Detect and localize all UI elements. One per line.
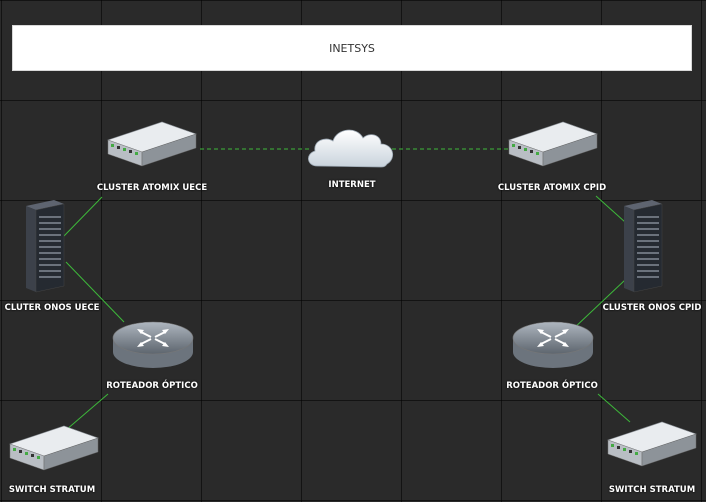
label-cluster-atomix-cpid: CLUSTER ATOMIX CPID	[497, 183, 607, 193]
node-cluster-onos-uece[interactable]	[24, 200, 66, 294]
switch-icon	[508, 121, 598, 167]
label-cluster-atomix-uece: CLUSTER ATOMIX UECE	[96, 183, 208, 193]
label-internet: INTERNET	[328, 180, 376, 190]
router-icon	[112, 321, 194, 368]
server-rack-icon	[624, 200, 663, 293]
switch-icon	[9, 425, 99, 471]
link-onos-uece-roteador-uece[interactable]	[65, 261, 125, 323]
node-cluster-atomix-cpid[interactable]	[507, 120, 599, 172]
label-switch-uece: SWITCH STRATUM	[8, 485, 96, 495]
link-roteador-cpid-switch-cpid[interactable]	[597, 393, 631, 423]
node-roteador-cpid[interactable]	[511, 318, 595, 372]
label-cluster-onos-uece: CLUTER ONOS UECE	[4, 303, 100, 313]
node-switch-cpid[interactable]	[606, 420, 698, 472]
connection-lines	[63, 148, 631, 431]
node-cluster-onos-cpid[interactable]	[622, 200, 664, 294]
label-switch-cpid: SWITCH STRATUM	[608, 485, 696, 495]
link-atomix-uece-onos-uece[interactable]	[63, 196, 103, 237]
node-cluster-atomix-uece[interactable]	[106, 120, 198, 172]
label-cluster-onos-cpid: CLUSTER ONOS CPID	[602, 303, 702, 313]
cloud-icon	[308, 129, 394, 168]
node-internet[interactable]	[305, 124, 399, 172]
switch-icon	[107, 121, 197, 167]
label-roteador-cpid: ROTEADOR ÓPTICO	[506, 381, 598, 391]
link-atomix-cpid-onos-cpid[interactable]	[595, 195, 626, 223]
router-icon	[512, 321, 594, 368]
node-switch-uece[interactable]	[8, 424, 100, 476]
server-rack-icon	[26, 200, 65, 293]
label-roteador-uece: ROTEADOR ÓPTICO	[106, 381, 198, 391]
node-roteador-uece[interactable]	[111, 318, 195, 372]
switch-icon	[607, 421, 697, 467]
